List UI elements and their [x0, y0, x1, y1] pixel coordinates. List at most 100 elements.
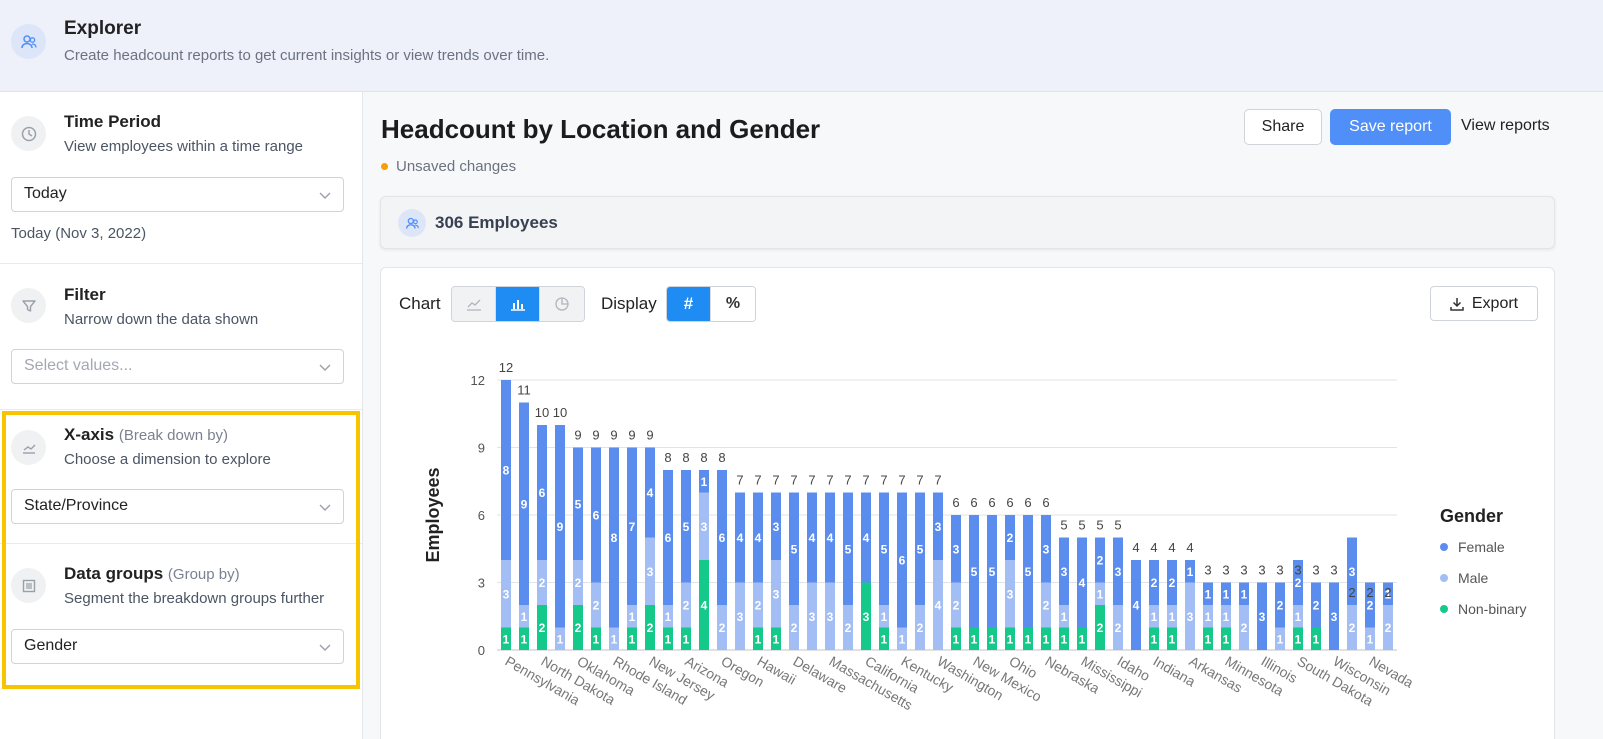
- x-axis-title: X-axis (Break down by): [64, 425, 228, 445]
- bar-segment-label: 1: [701, 475, 708, 489]
- display-label: Display: [601, 294, 657, 313]
- bar-segment-label: 1: [773, 632, 780, 646]
- bar-total-label: 9: [610, 428, 617, 443]
- bar-segment-label: 2: [755, 599, 762, 613]
- sidebar: Time Period View employees within a time…: [0, 92, 363, 739]
- bar-segment-label: 2: [845, 621, 852, 635]
- bar-segment-label: 1: [1223, 610, 1230, 624]
- bar-segment-label: 6: [719, 531, 726, 545]
- save-report-button[interactable]: Save report: [1330, 109, 1451, 145]
- bar-segment-label: 6: [539, 486, 546, 500]
- bar-total-label: 7: [898, 473, 905, 488]
- bar-segment-label: 3: [953, 542, 960, 556]
- bar-total-label: 7: [934, 473, 941, 488]
- filter-section: Filter Narrow down the data shown Select…: [0, 264, 362, 410]
- bar-total-label: 3: [1222, 563, 1229, 578]
- x-axis-value: State/Province: [24, 497, 129, 514]
- bar-total-label: 2: [1348, 585, 1355, 600]
- bar-segment-label: 4: [647, 486, 654, 500]
- bar-segment-label: 1: [1223, 587, 1230, 601]
- x-axis-select[interactable]: State/Province: [11, 489, 344, 524]
- chevron-down-icon: [319, 504, 331, 511]
- bar-total-label: 4: [1150, 540, 1157, 555]
- bar-segment-label: 8: [611, 531, 618, 545]
- export-button[interactable]: Export: [1430, 286, 1538, 321]
- pie-chart-option[interactable]: [540, 287, 584, 321]
- bar-segment-label: 5: [989, 565, 996, 579]
- bar-segment-label: 1: [521, 610, 528, 624]
- line-chart-icon: [11, 430, 46, 465]
- bar-total-label: 3: [1258, 563, 1265, 578]
- bar-segment-label: 1: [971, 632, 978, 646]
- bar-segment-label: 1: [899, 632, 906, 646]
- bar-total-label: 7: [790, 473, 797, 488]
- display-percent-option[interactable]: %: [711, 287, 755, 321]
- bar-segment-label: 2: [1241, 621, 1248, 635]
- y-tick-label: 0: [478, 643, 485, 658]
- employee-count-card: 306 Employees: [380, 196, 1555, 249]
- bar-segment-label: 2: [1097, 554, 1104, 568]
- bar-segment-label: 5: [683, 520, 690, 534]
- bar-total-label: 7: [880, 473, 887, 488]
- bar-total-label: 7: [754, 473, 761, 488]
- display-count-option[interactable]: #: [667, 287, 711, 321]
- bar-segment-label: 3: [701, 520, 708, 534]
- x-axis-title-text: X-axis: [64, 425, 115, 444]
- bar-segment-label: 1: [557, 632, 564, 646]
- percent-icon: %: [725, 295, 741, 312]
- bar-total-label: 12: [499, 360, 513, 375]
- bar-segment-label: 3: [935, 520, 942, 534]
- bar-total-label: 6: [1042, 495, 1049, 510]
- bar-segment-label: 1: [989, 632, 996, 646]
- data-groups-title: Data groups (Group by): [64, 564, 240, 584]
- bar-total-label: 8: [718, 450, 725, 465]
- bar-segment-label: 1: [1205, 632, 1212, 646]
- bar-segment-label: 1: [1061, 632, 1068, 646]
- bar-total-label: 9: [646, 428, 653, 443]
- bar-total-label: 3: [1330, 563, 1337, 578]
- bar-segment-label: 3: [503, 587, 510, 601]
- explorer-people-icon: [11, 24, 46, 59]
- bar-segment-label: 4: [1133, 599, 1140, 613]
- bar-total-label: 7: [736, 473, 743, 488]
- bar-segment-label: 1: [521, 632, 528, 646]
- bar-segment-label: 1: [881, 610, 888, 624]
- filter-select[interactable]: Select values...: [11, 349, 344, 384]
- data-groups-subtitle: Segment the breakdown groups further: [64, 590, 325, 607]
- clock-icon: [11, 116, 46, 151]
- bar-segment-label: 3: [1061, 565, 1068, 579]
- bar-segment-label: 1: [503, 632, 510, 646]
- page-title: Explorer: [64, 18, 142, 39]
- bar-total-label: 5: [1060, 518, 1067, 533]
- bar-segment-label: 2: [683, 599, 690, 613]
- time-period-select[interactable]: Today: [11, 177, 344, 212]
- bar-segment-label: 2: [1115, 621, 1122, 635]
- bar-segment-label: 1: [1367, 632, 1374, 646]
- bar-chart-option[interactable]: [496, 287, 540, 321]
- bar-segment-label: 2: [539, 621, 546, 635]
- unsaved-dot: [381, 163, 388, 170]
- bar-total-label: 7: [862, 473, 869, 488]
- share-button[interactable]: Share: [1244, 109, 1322, 145]
- line-chart-option[interactable]: [452, 287, 496, 321]
- y-tick-label: 9: [478, 441, 485, 456]
- data-groups-select[interactable]: Gender: [11, 629, 344, 664]
- bar-segment-label: 3: [1115, 565, 1122, 579]
- bar-segment-label: 5: [1025, 565, 1032, 579]
- page-subtitle: Create headcount reports to get current …: [64, 47, 550, 64]
- bar-segment-label: 1: [881, 632, 888, 646]
- bar-segment-label: 8: [503, 464, 510, 478]
- unsaved-indicator: Unsaved changes: [381, 158, 516, 175]
- bar-total-label: 3: [1204, 563, 1211, 578]
- y-tick-label: 6: [478, 508, 485, 523]
- bar-segment-label: 1: [1007, 632, 1014, 646]
- bar-total-label: 3: [1312, 563, 1319, 578]
- bar-segment-label: 1: [683, 632, 690, 646]
- funnel-icon: [11, 288, 46, 323]
- view-reports-link[interactable]: View reports: [1461, 117, 1550, 135]
- bar-total-label: 6: [952, 495, 959, 510]
- bar-total-label: 5: [1096, 518, 1103, 533]
- bar-segment-label: 2: [719, 621, 726, 635]
- time-period-note: Today (Nov 3, 2022): [11, 225, 147, 242]
- bar-segment-label: 3: [863, 610, 870, 624]
